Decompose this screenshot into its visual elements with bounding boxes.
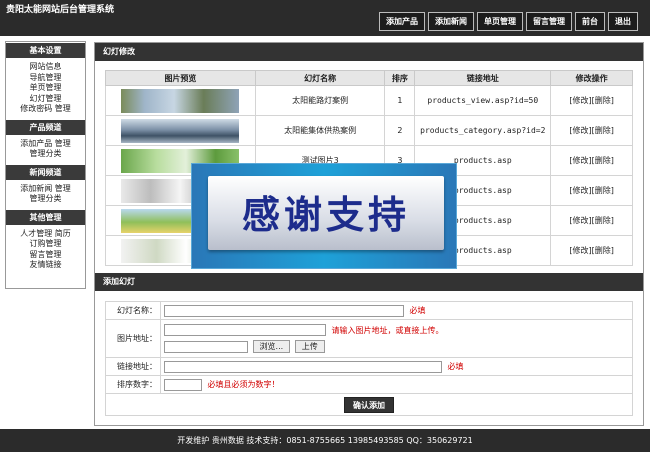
sidebar-item-site-info[interactable]: 网站信息 (6, 62, 85, 73)
link-required-hint: 必填 (447, 362, 464, 371)
edit-link[interactable]: [修改] (569, 156, 591, 165)
slide-name: 太阳能路灯案例 (254, 85, 386, 116)
order-input[interactable] (164, 378, 202, 391)
sidebar-item-add-product[interactable]: 添加产品 管理 (6, 139, 85, 150)
delete-link[interactable]: [删除] (592, 126, 614, 135)
slide-link: products_view.asp?id=50 (414, 85, 552, 116)
sidebar-item-links[interactable]: 友情链接 (6, 260, 85, 271)
slide-name: 太阳能集体供热案例 (254, 115, 386, 146)
col-header-actions: 修改操作 (550, 70, 633, 86)
edit-link[interactable]: [修改] (569, 246, 591, 255)
nav-page-manage-button[interactable]: 单页管理 (477, 12, 523, 31)
delete-link[interactable]: [删除] (592, 96, 614, 105)
order-hint: 必填且必须为数字！ (207, 380, 280, 389)
sidebar-item-messages[interactable]: 留言管理 (6, 250, 85, 261)
add-slide-form: 幻灯名称： 必填 图片地址： 请输入图片地址，或直接上传。 浏览... 上传 链… (105, 301, 633, 416)
delete-link[interactable]: [删除] (592, 216, 614, 225)
link-label: 链接地址： (105, 357, 161, 376)
browse-button[interactable]: 浏览... (252, 340, 291, 353)
image-url-input[interactable] (164, 324, 326, 336)
nav-logout-button[interactable]: 退出 (608, 12, 638, 31)
form-row-order: 排序数字： 必填且必须为数字！ (105, 375, 633, 394)
slide-name-input[interactable] (164, 304, 404, 317)
order-label: 排序数字： (105, 375, 161, 394)
slide-order: 2 (384, 115, 416, 146)
image-hint: 请输入图片地址，或直接上传。 (331, 325, 444, 335)
sidebar-item-page-manage[interactable]: 单页管理 (6, 83, 85, 94)
slide-order: 1 (384, 85, 416, 116)
slide-link: products_category.asp?id=2 (414, 115, 552, 146)
table-row: 太阳能集体供热案例 2 products_category.asp?id=2 [… (105, 115, 633, 146)
add-slide-panel-title: 添加幻灯 (95, 273, 643, 291)
footer: 开发维护 贵州数据 技术支持：0851-8755665 13985493585 … (0, 429, 650, 452)
file-path-input[interactable] (164, 340, 248, 353)
form-row-name: 幻灯名称： 必填 (105, 301, 633, 320)
slides-panel-title: 幻灯修改 (95, 43, 643, 61)
sidebar-item-nav-manage[interactable]: 导航管理 (6, 73, 85, 84)
confirm-add-button[interactable]: 确认添加 (344, 396, 394, 413)
table-row: 太阳能路灯案例 1 products_view.asp?id=50 [修改][删… (105, 85, 633, 116)
edit-link[interactable]: [修改] (569, 186, 591, 195)
table-header-row: 图片预览 幻灯名称 排序 链接地址 修改操作 (105, 70, 633, 86)
sidebar-section-title: 产品频道 (6, 119, 85, 135)
name-required-hint: 必填 (409, 306, 426, 315)
thanks-overlay-card: 感谢支持 (208, 176, 444, 250)
sidebar-item-password[interactable]: 修改密码 管理 (6, 104, 85, 115)
sidebar: 基本设置 网站信息 导航管理 单页管理 幻灯管理 修改密码 管理 产品频道 添加… (5, 41, 86, 289)
sidebar-item-news-category[interactable]: 管理分类 (6, 194, 85, 205)
sidebar-item-orders[interactable]: 订购管理 (6, 239, 85, 250)
sidebar-section-title: 基本设置 (6, 43, 85, 58)
thanks-overlay: 感谢支持 (191, 163, 457, 269)
col-header-preview: 图片预览 (105, 70, 256, 86)
col-header-name: 幻灯名称 (254, 70, 386, 86)
delete-link[interactable]: [删除] (592, 186, 614, 195)
sidebar-item-slide-manage[interactable]: 幻灯管理 (6, 94, 85, 105)
nav-frontend-button[interactable]: 前台 (575, 12, 605, 31)
form-row-submit: 确认添加 (105, 393, 633, 416)
col-header-order: 排序 (384, 70, 416, 86)
name-label: 幻灯名称： (105, 301, 161, 320)
site-title: 贵阳太能网站后台管理系统 (6, 5, 115, 15)
delete-link[interactable]: [删除] (592, 246, 614, 255)
thanks-text: 感谢支持 (241, 193, 410, 237)
sidebar-section-products: 产品频道 添加产品 管理 管理分类 (6, 119, 85, 163)
nav-message-manage-button[interactable]: 留言管理 (526, 12, 572, 31)
nav-add-news-button[interactable]: 添加新闻 (428, 12, 474, 31)
sidebar-section-title: 新闻频道 (6, 164, 85, 180)
slide-thumbnail (121, 118, 240, 143)
edit-link[interactable]: [修改] (569, 216, 591, 225)
header-bar: 贵阳太能网站后台管理系统 添加产品 添加新闻 单页管理 留言管理 前台 退出 (0, 0, 650, 36)
form-row-image: 图片地址： 请输入图片地址，或直接上传。 浏览... 上传 (105, 319, 633, 358)
sidebar-section-title: 其他管理 (6, 209, 85, 225)
sidebar-section-basic: 基本设置 网站信息 导航管理 单页管理 幻灯管理 修改密码 管理 (6, 43, 85, 118)
sidebar-section-other: 其他管理 人才管理 简历 订购管理 留言管理 友情链接 (6, 209, 85, 274)
upload-button[interactable]: 上传 (294, 340, 325, 353)
sidebar-item-talent[interactable]: 人才管理 简历 (6, 229, 85, 240)
top-nav: 添加产品 添加新闻 单页管理 留言管理 前台 退出 (379, 12, 638, 31)
edit-link[interactable]: [修改] (569, 126, 591, 135)
nav-add-product-button[interactable]: 添加产品 (379, 12, 425, 31)
link-url-input[interactable] (164, 360, 442, 373)
sidebar-section-news: 新闻频道 添加新闻 管理 管理分类 (6, 164, 85, 208)
edit-link[interactable]: [修改] (569, 96, 591, 105)
col-header-link: 链接地址 (414, 70, 552, 86)
image-label: 图片地址： (105, 319, 161, 358)
delete-link[interactable]: [删除] (592, 156, 614, 165)
sidebar-item-product-category[interactable]: 管理分类 (6, 149, 85, 160)
sidebar-item-add-news[interactable]: 添加新闻 管理 (6, 184, 85, 195)
form-row-link: 链接地址： 必填 (105, 357, 633, 376)
slide-thumbnail (121, 88, 240, 113)
